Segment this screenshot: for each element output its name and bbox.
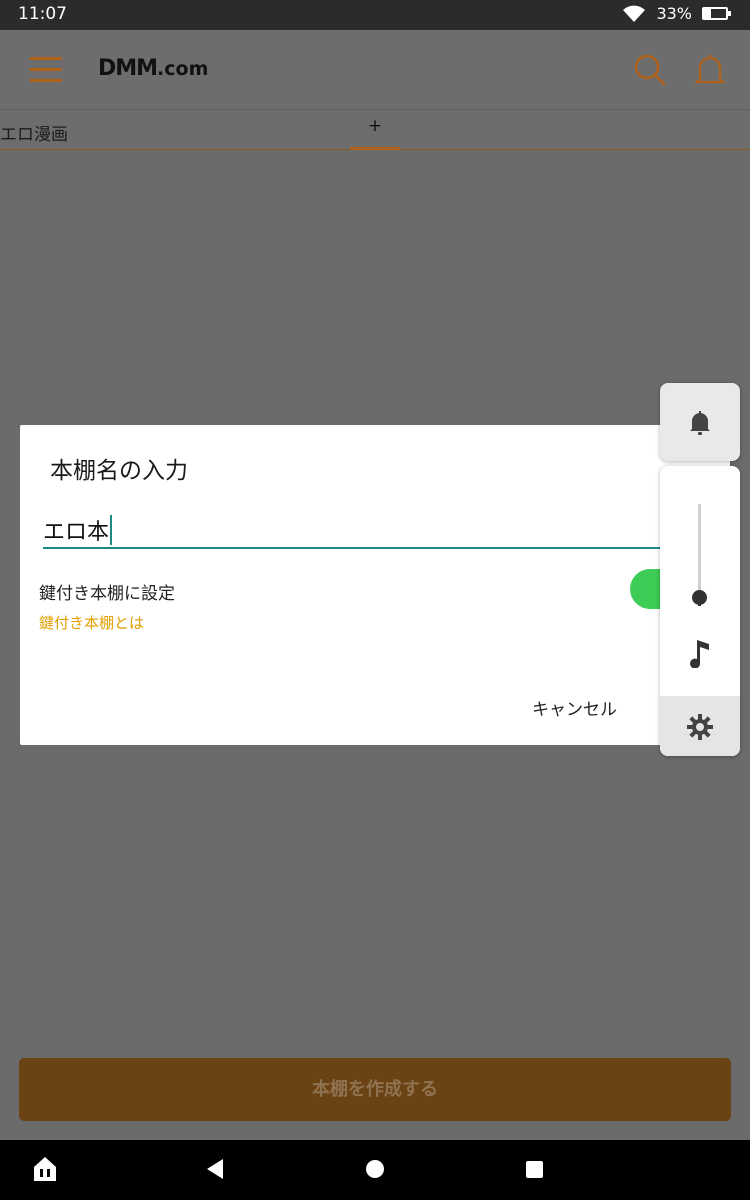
menu-icon[interactable] xyxy=(30,57,62,83)
volume-ring-mode[interactable] xyxy=(660,383,740,461)
bell-icon[interactable] xyxy=(692,52,728,88)
back-icon[interactable] xyxy=(205,1158,225,1180)
volume-settings-button[interactable] xyxy=(660,696,740,756)
battery-percent: 33% xyxy=(656,4,692,23)
bookshelf-name-dialog: 本棚名の入力 鍵付き本棚に設定 鍵付き本棚とは キャンセル xyxy=(20,425,730,745)
volume-slider-knob[interactable] xyxy=(692,590,707,605)
lock-info-link[interactable]: 鍵付き本棚とは xyxy=(39,612,144,633)
create-bookshelf-button[interactable]: 本棚を作成する xyxy=(19,1058,731,1121)
wifi-icon xyxy=(623,5,646,22)
cancel-button[interactable]: キャンセル xyxy=(532,695,617,720)
gear-icon xyxy=(687,714,713,740)
music-note-icon xyxy=(690,640,709,668)
status-bar: 11:07 33% xyxy=(0,0,750,30)
status-right: 33% xyxy=(622,4,731,23)
app-header: DMM.com xyxy=(0,30,750,110)
recents-icon[interactable] xyxy=(526,1161,543,1178)
status-time: 11:07 xyxy=(18,4,67,24)
dialog-title: 本棚名の入力 xyxy=(50,458,188,484)
battery-icon xyxy=(702,7,731,20)
search-icon[interactable] xyxy=(632,52,668,88)
bookshelf-name-input[interactable] xyxy=(43,513,683,549)
home-icon[interactable] xyxy=(32,1155,58,1183)
volume-panel xyxy=(660,466,740,756)
bell-icon xyxy=(690,411,710,435)
navigation-bar xyxy=(0,1140,750,1200)
home-circle-icon[interactable] xyxy=(366,1160,384,1178)
text-caret xyxy=(110,515,112,545)
lock-setting-label: 鍵付き本棚に設定 xyxy=(39,584,175,604)
tab-ero-manga[interactable]: エロ漫画 xyxy=(0,120,68,145)
tab-add[interactable]: + xyxy=(350,116,400,150)
tab-bar: エロ漫画 + xyxy=(0,110,750,150)
volume-slider-track[interactable] xyxy=(698,504,701,604)
dmm-logo[interactable]: DMM.com xyxy=(98,56,208,81)
